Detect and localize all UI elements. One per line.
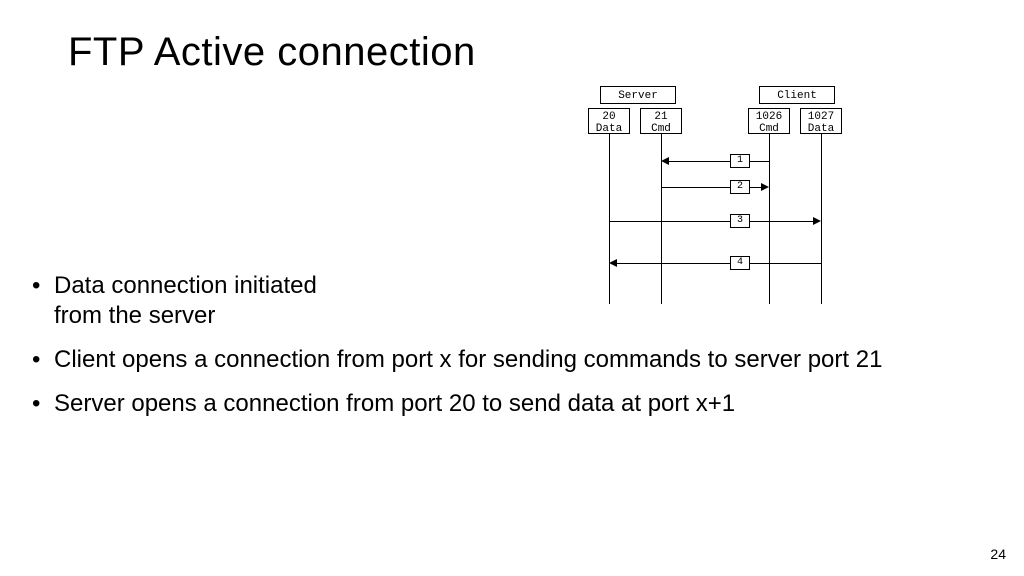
port-1027-data: 1027 Data <box>800 108 842 134</box>
arrow-4-seg-a <box>617 263 730 264</box>
port-num: 20 <box>589 111 629 123</box>
arrow-4-seg-b <box>750 263 821 264</box>
bullet-dot-icon: • <box>28 271 54 331</box>
port-1026-cmd: 1026 Cmd <box>748 108 790 134</box>
arrow-2-head <box>761 183 769 191</box>
msg-4: 4 <box>730 256 750 270</box>
bullet-item: • Data connection initiated from the ser… <box>28 271 988 331</box>
bullet-item: • Client opens a connection from port x … <box>28 345 988 375</box>
arrow-3-seg-a <box>609 221 730 222</box>
port-21-cmd: 21 Cmd <box>640 108 682 134</box>
msg-3: 3 <box>730 214 750 228</box>
arrow-4-head <box>609 259 617 267</box>
arrow-2-seg-a <box>661 187 730 188</box>
arrow-1-seg-b <box>750 161 769 162</box>
arrow-1-seg-a <box>669 161 730 162</box>
msg-2: 2 <box>730 180 750 194</box>
arrow-3-seg-b <box>750 221 813 222</box>
port-num: 1027 <box>801 111 841 123</box>
arrow-1-head <box>661 157 669 165</box>
bullet-dot-icon: • <box>28 345 54 375</box>
page-number: 24 <box>990 546 1006 562</box>
bullet-text: Server opens a connection from port 20 t… <box>54 389 988 419</box>
bullet-list: • Data connection initiated from the ser… <box>28 271 988 433</box>
bullet-dot-icon: • <box>28 389 54 419</box>
bullet-text: Client opens a connection from port x fo… <box>54 345 988 375</box>
client-header: Client <box>759 86 835 104</box>
bullet-text: Data connection initiated from the serve… <box>54 271 354 331</box>
msg-1: 1 <box>730 154 750 168</box>
slide-title: FTP Active connection <box>68 30 476 75</box>
arrow-2-seg-b <box>750 187 761 188</box>
port-num: 21 <box>641 111 681 123</box>
bullet-item: • Server opens a connection from port 20… <box>28 389 988 419</box>
slide: FTP Active connection Server Client 20 D… <box>0 0 1024 576</box>
server-header: Server <box>600 86 676 104</box>
arrow-3-head <box>813 217 821 225</box>
port-num: 1026 <box>749 111 789 123</box>
port-20-data: 20 Data <box>588 108 630 134</box>
